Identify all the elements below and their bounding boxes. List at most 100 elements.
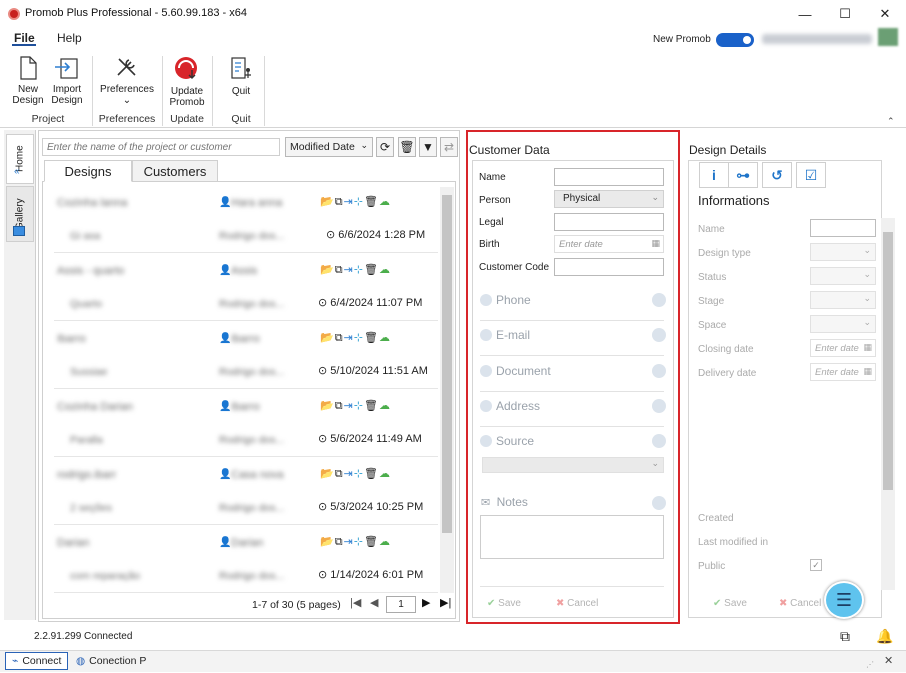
tab-history-icon[interactable]: ↺ [762,162,792,188]
section-collapse-icon[interactable] [652,328,666,342]
details-cancel-button[interactable]: ✖ Cancel [779,598,821,609]
tab-checklist-icon[interactable]: ☑ [796,162,826,188]
tab-designs[interactable]: Designs [44,160,132,182]
delete-all-button[interactable]: 🗑 [398,137,416,157]
collapse-ribbon-icon[interactable]: ⌃ [887,116,895,127]
detail-select[interactable]: ⌄ [810,291,876,309]
cloud-icon[interactable]: ☁ [379,400,391,412]
notes-header[interactable]: ✉ Notes [481,495,528,509]
swap-button[interactable]: ⇄ [440,137,458,157]
share-icon[interactable]: ⊹ [354,196,364,208]
design-name[interactable]: Assis - quarto [57,265,124,277]
export-icon[interactable]: ⇥ [344,400,354,412]
customer-code-input[interactable] [554,258,664,276]
minimize-button[interactable]: — [786,0,824,28]
section-document[interactable]: Document [480,364,551,378]
cloud-icon[interactable]: ☁ [379,536,391,548]
first-page-button[interactable]: |◀ [350,596,361,609]
section-phone[interactable]: Phone [480,293,531,307]
share-icon[interactable]: ⊹ [354,264,364,276]
user-name[interactable] [762,34,872,44]
detail-select[interactable]: ⌄ [810,243,876,261]
trash-icon[interactable]: 🗑 [364,400,379,412]
copy-icon[interactable]: ⧉ [335,196,344,208]
open-folder-icon[interactable]: 📂 [320,536,335,548]
copy-icon[interactable]: ⧉ [335,264,344,276]
preferences-button[interactable]: Preferences ⌄ [98,56,156,106]
tab-customers[interactable]: Customers [132,160,218,182]
menu-fab-button[interactable]: ☰ [824,581,864,619]
section-source[interactable]: Source [480,434,534,448]
last-page-button[interactable]: ▶| [440,596,451,609]
detail-date-input[interactable]: Enter date ▦ [810,339,876,357]
page-input[interactable]: 1 [386,596,416,613]
copy-icon[interactable]: ⧉ [335,332,344,344]
next-page-button[interactable]: ▶ [422,596,430,609]
notes-collapse-icon[interactable] [652,496,666,510]
copy-icon[interactable]: ⧉ [335,468,344,480]
section-address[interactable]: Address [480,399,540,413]
import-design-button[interactable]: Import Design [48,56,86,106]
open-folder-icon[interactable]: 📂 [320,332,335,344]
public-checkbox[interactable]: ✓ [810,559,822,571]
trash-icon[interactable]: 🗑 [364,468,379,480]
maximize-button[interactable]: ☐ [826,0,864,28]
design-name[interactable]: Cozinha lanna [57,197,127,209]
tab-hierarchy-icon[interactable]: ⊶ [728,162,758,188]
trash-icon[interactable]: 🗑 [364,536,379,548]
quit-button[interactable]: Quit [226,56,256,97]
cloud-icon[interactable]: ☁ [379,332,391,344]
detail-name-input[interactable] [810,219,876,237]
section-collapse-icon[interactable] [652,434,666,448]
user-avatar[interactable] [878,28,898,46]
section-collapse-icon[interactable] [652,364,666,378]
design-name[interactable]: Ibarro [57,333,86,345]
tab-home[interactable]: Home [6,134,34,184]
share-icon[interactable]: ⊹ [354,468,364,480]
export-icon[interactable]: ⇥ [344,468,354,480]
share-icon[interactable]: ⊹ [354,536,364,548]
export-icon[interactable]: ⇥ [344,196,354,208]
connection-tab[interactable]: ◍ Conection P [70,652,152,670]
update-promob-button[interactable]: Update Promob [166,56,208,108]
name-input[interactable] [554,168,664,186]
details-scroll-thumb[interactable] [883,232,893,490]
open-folder-icon[interactable]: 📂 [320,196,335,208]
export-icon[interactable]: ⇥ [344,264,354,276]
person-select[interactable]: Physical ⌄ [554,190,664,208]
customer-cancel-button[interactable]: ✖ Cancel [556,598,598,609]
export-icon[interactable]: ⇥ [344,332,354,344]
open-folder-icon[interactable]: 📂 [320,468,335,480]
share-icon[interactable]: ⊹ [354,332,364,344]
section-collapse-icon[interactable] [652,293,666,307]
legal-input[interactable] [554,213,664,231]
calendar-icon[interactable]: ▦ [863,366,872,377]
filter-button[interactable]: ▼ [419,137,437,157]
details-save-button[interactable]: ✔ Save [713,598,747,609]
screens-icon[interactable]: ⧉ [840,628,850,645]
birth-date-input[interactable]: Enter date ▦ [554,235,664,253]
open-folder-icon[interactable]: 📂 [320,400,335,412]
close-tab-icon[interactable]: ✕ [884,654,893,667]
new-promob-toggle[interactable] [716,33,754,47]
calendar-icon[interactable]: ▦ [863,342,872,353]
section-collapse-icon[interactable] [652,399,666,413]
menu-file[interactable]: File [14,31,35,45]
detail-select[interactable]: ⌄ [810,267,876,285]
customer-save-button[interactable]: ✔ Save [487,598,521,609]
source-select[interactable]: ⌄ [482,457,664,473]
cloud-icon[interactable]: ☁ [379,468,391,480]
refresh-button[interactable]: ⟳ [376,137,394,157]
bell-icon[interactable]: 🔔 [876,628,893,645]
copy-icon[interactable]: ⧉ [335,536,344,548]
close-button[interactable]: ✕ [866,0,904,28]
detail-date-input[interactable]: Enter date ▦ [810,363,876,381]
menu-help[interactable]: Help [57,31,82,45]
detail-select[interactable]: ⌄ [810,315,876,333]
section-email[interactable]: E-mail [480,328,530,342]
trash-icon[interactable]: 🗑 [364,332,379,344]
search-input[interactable] [42,138,280,156]
export-icon[interactable]: ⇥ [344,536,354,548]
share-icon[interactable]: ⊹ [354,400,364,412]
calendar-icon[interactable]: ▦ [651,238,660,249]
